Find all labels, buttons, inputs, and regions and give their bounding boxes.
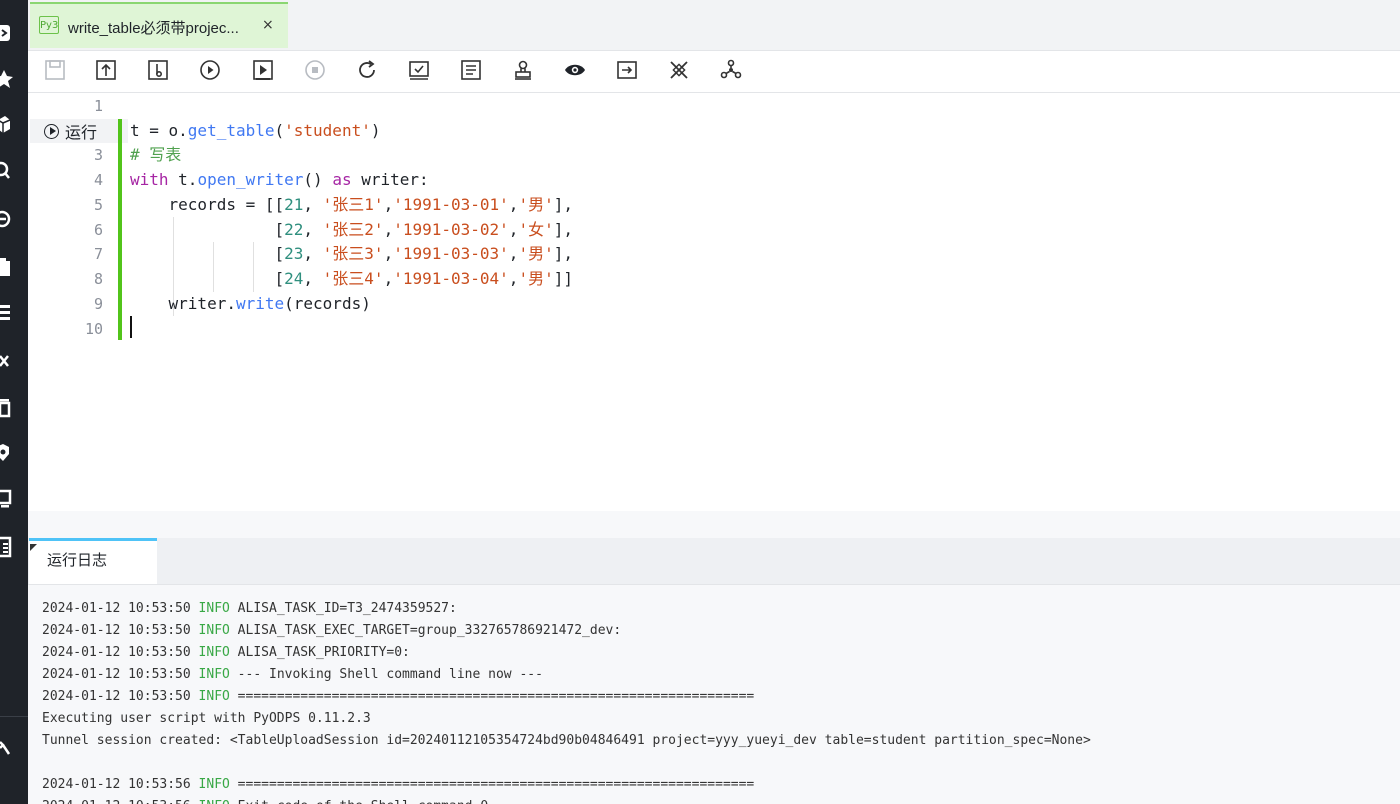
preview-eye-icon[interactable] [562,57,588,83]
cube-icon[interactable] [0,114,18,136]
log-line: 2024-01-12 10:53:56 INFO ===============… [42,777,755,792]
corner-marker-icon [30,544,37,551]
editor-toolbar [28,51,1400,93]
run-with-params-icon[interactable] [250,57,276,83]
user-icon[interactable] [510,57,536,83]
run-log-label: 运行日志 [47,552,108,569]
modified-lines-marker [118,119,122,340]
log-line: 2024-01-12 10:53:56 INFO Exit code of th… [42,796,488,804]
run-line-button[interactable]: 运行 [30,119,128,143]
code-icon[interactable] [0,22,18,44]
line-number: 7 [93,245,103,263]
building-icon[interactable] [0,396,18,418]
sidebar-divider [0,716,28,717]
search-icon[interactable] [0,160,18,182]
dag-icon[interactable] [718,57,744,83]
code-line[interactable]: t = o.get_table('student') [130,119,380,143]
tools-icon[interactable] [666,57,692,83]
close-tab-icon[interactable]: × [262,17,274,33]
line-number: 4 [93,171,103,189]
run-log-output: 2024-01-12 10:53:50 INFO ALISA_TASK_ID=T… [28,585,1400,804]
code-line[interactable]: [23, '张三3','1991-03-03','男'], [130,242,573,266]
clipboard-icon[interactable] [0,256,18,278]
code-line[interactable]: # 写表 [130,143,181,167]
run-circle-icon [44,123,59,139]
upload-icon[interactable] [93,57,119,83]
code-editor[interactable]: 1 运行 3 4 5 6 7 8 9 10 t = o.get_table('s… [28,93,1400,511]
save-icon[interactable] [42,57,68,83]
python3-file-icon: Py3 [39,16,59,34]
run-label: 运行 [65,125,98,142]
check-icon[interactable] [406,57,432,83]
save-version-icon[interactable] [145,57,171,83]
line-number-gutter: 1 运行 3 4 5 6 7 8 9 10 [28,93,130,511]
line-number: 1 [93,97,103,115]
line-number: 10 [84,320,103,338]
tab-run-log[interactable]: 运行日志 [29,538,157,584]
text-cursor [130,316,132,338]
format-icon[interactable] [458,57,484,83]
code-line[interactable]: [24, '张三4','1991-03-04','男']] [130,267,573,291]
log-line: 2024-01-12 10:53:50 INFO ALISA_TASK_ID=T… [42,601,457,616]
file-tab-bar: Py3 write_table必须带projec... × [28,0,1400,51]
stop-icon[interactable] [302,57,328,83]
line-number: 3 [93,146,103,164]
log-tab-bar: 运行日志 [28,538,1400,585]
line-number: 8 [93,270,103,288]
code-area[interactable]: t = o.get_table('student') # 写表 with t.ope… [130,93,1400,511]
submit-icon[interactable] [614,57,640,83]
log-line: 2024-01-12 10:53:50 INFO ALISA_TASK_PRIO… [42,645,410,660]
run-icon[interactable] [197,57,223,83]
log-line: 2024-01-12 10:53:50 INFO ALISA_TASK_EXEC… [42,623,622,638]
function-icon[interactable] [0,348,18,370]
code-line[interactable]: records = [[21, '张三1','1991-03-01','男'], [130,193,573,217]
minus-circle-icon[interactable] [0,208,18,230]
line-number: 5 [93,196,103,214]
monitor-icon[interactable] [0,488,18,510]
doc-icon[interactable] [0,536,18,558]
code-line[interactable]: [22, '张三2','1991-03-02','女'], [130,218,573,242]
code-line[interactable]: writer.write(records) [130,292,371,316]
code-line[interactable]: with t.open_writer() as writer: [130,168,429,192]
star-icon[interactable] [0,68,18,90]
tab-title: write_table必须带projec... [68,20,239,37]
tool-icon[interactable] [0,736,18,758]
line-number: 9 [93,295,103,313]
refresh-icon[interactable] [354,57,380,83]
left-sidebar [0,0,28,804]
log-line: 2024-01-12 10:53:50 INFO --- Invoking Sh… [42,667,543,682]
log-line: Tunnel session created: <TableUploadSess… [42,733,1091,748]
log-line: 2024-01-12 10:53:50 INFO ===============… [42,689,755,704]
tab-write-table[interactable]: Py3 write_table必须带projec... × [30,2,288,48]
list-icon[interactable] [0,302,18,324]
log-line: Executing user script with PyODPS 0.11.2… [42,711,371,726]
shield-icon[interactable] [0,442,18,464]
line-number: 6 [93,221,103,239]
